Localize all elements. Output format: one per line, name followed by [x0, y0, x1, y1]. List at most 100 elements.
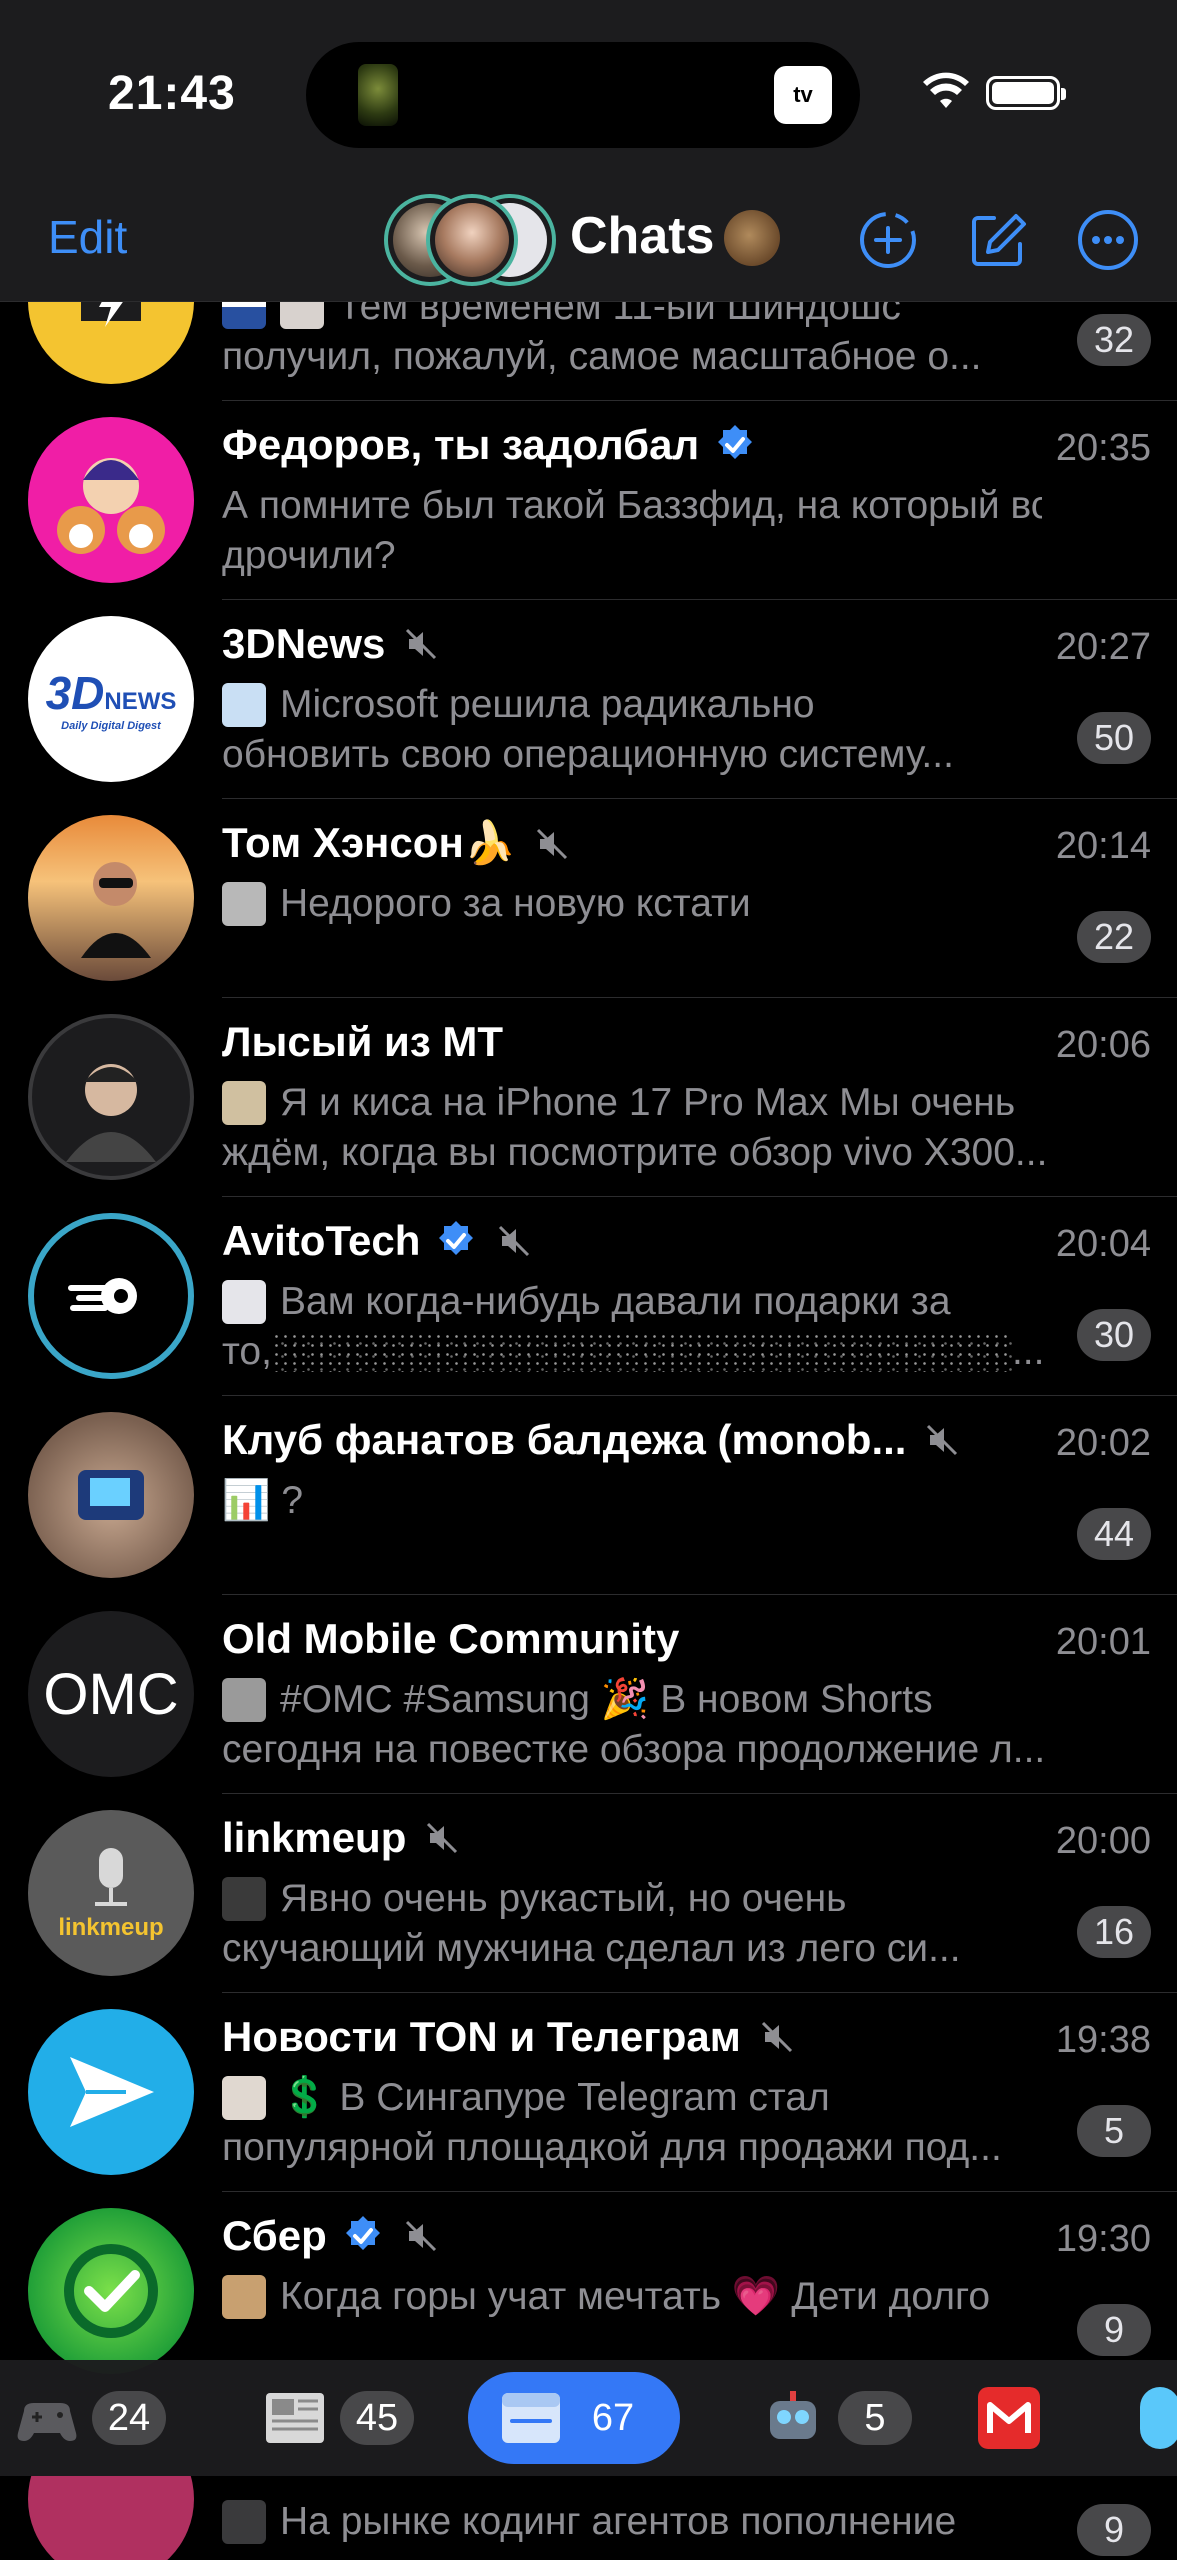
chat-title-text: Федоров, ты задолбал [222, 421, 700, 468]
chat-row[interactable]: Клуб фанатов балдежа (monob... 20:02 📊 ?… [0, 1396, 1177, 1595]
chat-avatar: linkmeup [28, 1810, 194, 1976]
chat-time: 20:00 [1055, 1820, 1151, 1862]
unread-badge: 32 [1077, 314, 1151, 366]
inbox-icon [502, 2393, 560, 2443]
chat-title: Old Mobile Community [222, 1615, 679, 1663]
chat-time: 20:04 [1055, 1223, 1151, 1265]
sber-logo-icon [64, 2244, 158, 2338]
avatar-3d-text: 3D [45, 667, 105, 719]
spoiler-text[interactable] [271, 1332, 1012, 1372]
chat-preview-line2: обновить свою операционную систему... [222, 733, 954, 776]
chat-row[interactable]: linkmeup linkmeup 20:00 Явно очень рукас… [0, 1794, 1177, 1993]
chat-preview: Microsoft решила радикально обновить сво… [222, 680, 1160, 780]
folder-tab-games[interactable]: 24 [14, 2378, 166, 2458]
chat-list[interactable]: Тем временем 11-ый Шиндошс получил, пожа… [0, 302, 1177, 2560]
chat-time: 19:30 [1055, 2218, 1151, 2260]
folder-tab-all[interactable]: 67 [468, 2372, 680, 2464]
chat-title-text: Old Mobile Community [222, 1615, 680, 1662]
folder-count: 45 [340, 2391, 414, 2445]
chat-avatar [28, 1412, 194, 1578]
folder-tab-bar: 24 45 67 5 [0, 2360, 1177, 2476]
new-story-icon[interactable] [856, 208, 920, 272]
stories-avatars[interactable] [384, 194, 556, 286]
chat-row[interactable]: Лысый из МТ 20:06 Я и киса на iPhone 17 … [0, 998, 1177, 1197]
unread-badge: 30 [1077, 1309, 1151, 1361]
chat-title-text: Том Хэнсон🍌 [222, 819, 517, 866]
attachment-thumbnail [222, 1678, 266, 1722]
folder-tab-more[interactable] [1140, 2378, 1177, 2458]
chat-preview: А помните был такой Баззфид, на который … [222, 481, 1160, 581]
person-photo-icon [66, 1064, 156, 1162]
more-icon[interactable] [1076, 208, 1140, 272]
chat-row[interactable]: OMC Old Mobile Community 20:01 #OMC #Sam… [0, 1595, 1177, 1794]
chat-title-text: Клуб фанатов балдежа (monob... [222, 1416, 907, 1463]
unread-badge: 50 [1077, 712, 1151, 764]
chat-preview-line2: популярной площадкой для продажи под... [222, 2126, 1002, 2169]
chat-row[interactable]: 3D NEWS Daily Digital Digest 3DNews 20:2… [0, 600, 1177, 799]
unread-badge: 22 [1077, 911, 1151, 963]
folder-tab-news[interactable]: 45 [262, 2378, 414, 2458]
dynamic-island[interactable]: tv [306, 42, 860, 148]
chat-avatar [28, 1014, 194, 1180]
chat-time: 19:38 [1055, 2019, 1151, 2061]
chat-preview: 📊 ? [222, 1476, 1160, 1526]
chat-preview-line2: получил, пожалуй, самое масштабное о... [222, 335, 982, 378]
chat-time: 20:35 [1055, 427, 1151, 469]
lightning-logo-icon [81, 302, 141, 327]
chat-preview-line2: то, [222, 1330, 272, 1373]
chat-preview: Я и киса на iPhone 17 Pro Max Мы очень ж… [222, 1078, 1160, 1178]
chat-preview: 💲 В Сингапуре Telegram стал популярной п… [222, 2073, 1160, 2173]
unread-badge: 9 [1077, 2504, 1151, 2556]
gadget-photo-icon [78, 1470, 144, 1520]
chat-avatar: 3D NEWS Daily Digital Digest [28, 616, 194, 782]
chat-title-text: AvitoTech [222, 1217, 421, 1264]
status-emoji-icon[interactable] [724, 210, 780, 266]
chat-preview-line2: ждём, когда вы посмотрите обзор vivo X30… [222, 1131, 1048, 1174]
chat-preview-line1: Вам когда-нибудь давали подарки за [280, 1280, 951, 1323]
folder-count: 67 [591, 2397, 635, 2439]
chat-avatar [28, 2208, 194, 2374]
chat-preview-line2: сегодня на повестке обзора продолжение л… [222, 1728, 1046, 1771]
chat-preview-line2: скучающий мужчина сделал из лего си... [222, 1927, 961, 1970]
folder-icon [1140, 2387, 1177, 2449]
status-time: 21:43 [108, 67, 236, 120]
unread-badge: 44 [1077, 1508, 1151, 1560]
chat-row[interactable]: Том Хэнсон🍌 20:14 Недорого за новую кста… [0, 799, 1177, 998]
avatar-omc-text: OMC [43, 1661, 179, 1727]
chat-preview: Тем временем 11-ый Шиндошс получил, пожа… [222, 302, 1160, 382]
folder-count: 5 [838, 2391, 912, 2445]
muted-icon [499, 1225, 530, 1257]
folder-tab-bots[interactable]: 5 [760, 2378, 912, 2458]
chat-row[interactable]: Новости TON и Телеграм 19:38 💲 В Сингапу… [0, 1993, 1177, 2192]
chat-time: 20:14 [1055, 825, 1151, 867]
edit-button[interactable]: Edit [48, 210, 127, 264]
chat-title: Лысый из МТ [222, 1018, 503, 1066]
chat-preview-line1: Тем временем 11-ый Шиндошс [338, 302, 901, 328]
story-avatar-2[interactable] [426, 194, 518, 286]
attachment-thumbnail [222, 882, 266, 926]
chat-title-text: 3DNews [222, 620, 386, 667]
chat-row[interactable]: Федоров, ты задолбал 20:35 А помните был… [0, 401, 1177, 600]
chat-preview: На рынке кодинг агентов пополнение [222, 2500, 956, 2544]
chat-row-peek[interactable]: На рынке кодинг агентов пополнение 9 [0, 2476, 1177, 2560]
folder-count: 24 [92, 2391, 166, 2445]
rocket-logo-icon [68, 1278, 137, 1314]
now-playing-thumbnail [358, 64, 398, 126]
unread-badge: 16 [1077, 1906, 1151, 1958]
chat-avatar [28, 1213, 194, 1379]
chat-row[interactable]: Тем временем 11-ый Шиндошс получил, пожа… [0, 302, 1177, 401]
chat-title: Том Хэнсон🍌 [222, 819, 572, 868]
attachment-thumbnail [222, 2076, 266, 2120]
chat-avatar [28, 417, 194, 583]
chat-title: 3DNews [222, 620, 441, 668]
compose-icon[interactable] [966, 208, 1030, 272]
unread-badge: 9 [1077, 2304, 1151, 2356]
chat-row[interactable]: AvitoTech 20:04 Вам когда-нибудь давали … [0, 1197, 1177, 1396]
paper-plane-icon [70, 2057, 154, 2127]
wifi-icon [923, 72, 969, 108]
mail-icon [978, 2387, 1040, 2449]
newspaper-icon [266, 2393, 324, 2443]
robot-icon [770, 2391, 816, 2439]
apple-tv-label: tv [793, 82, 813, 107]
folder-tab-mail[interactable] [976, 2378, 1042, 2458]
